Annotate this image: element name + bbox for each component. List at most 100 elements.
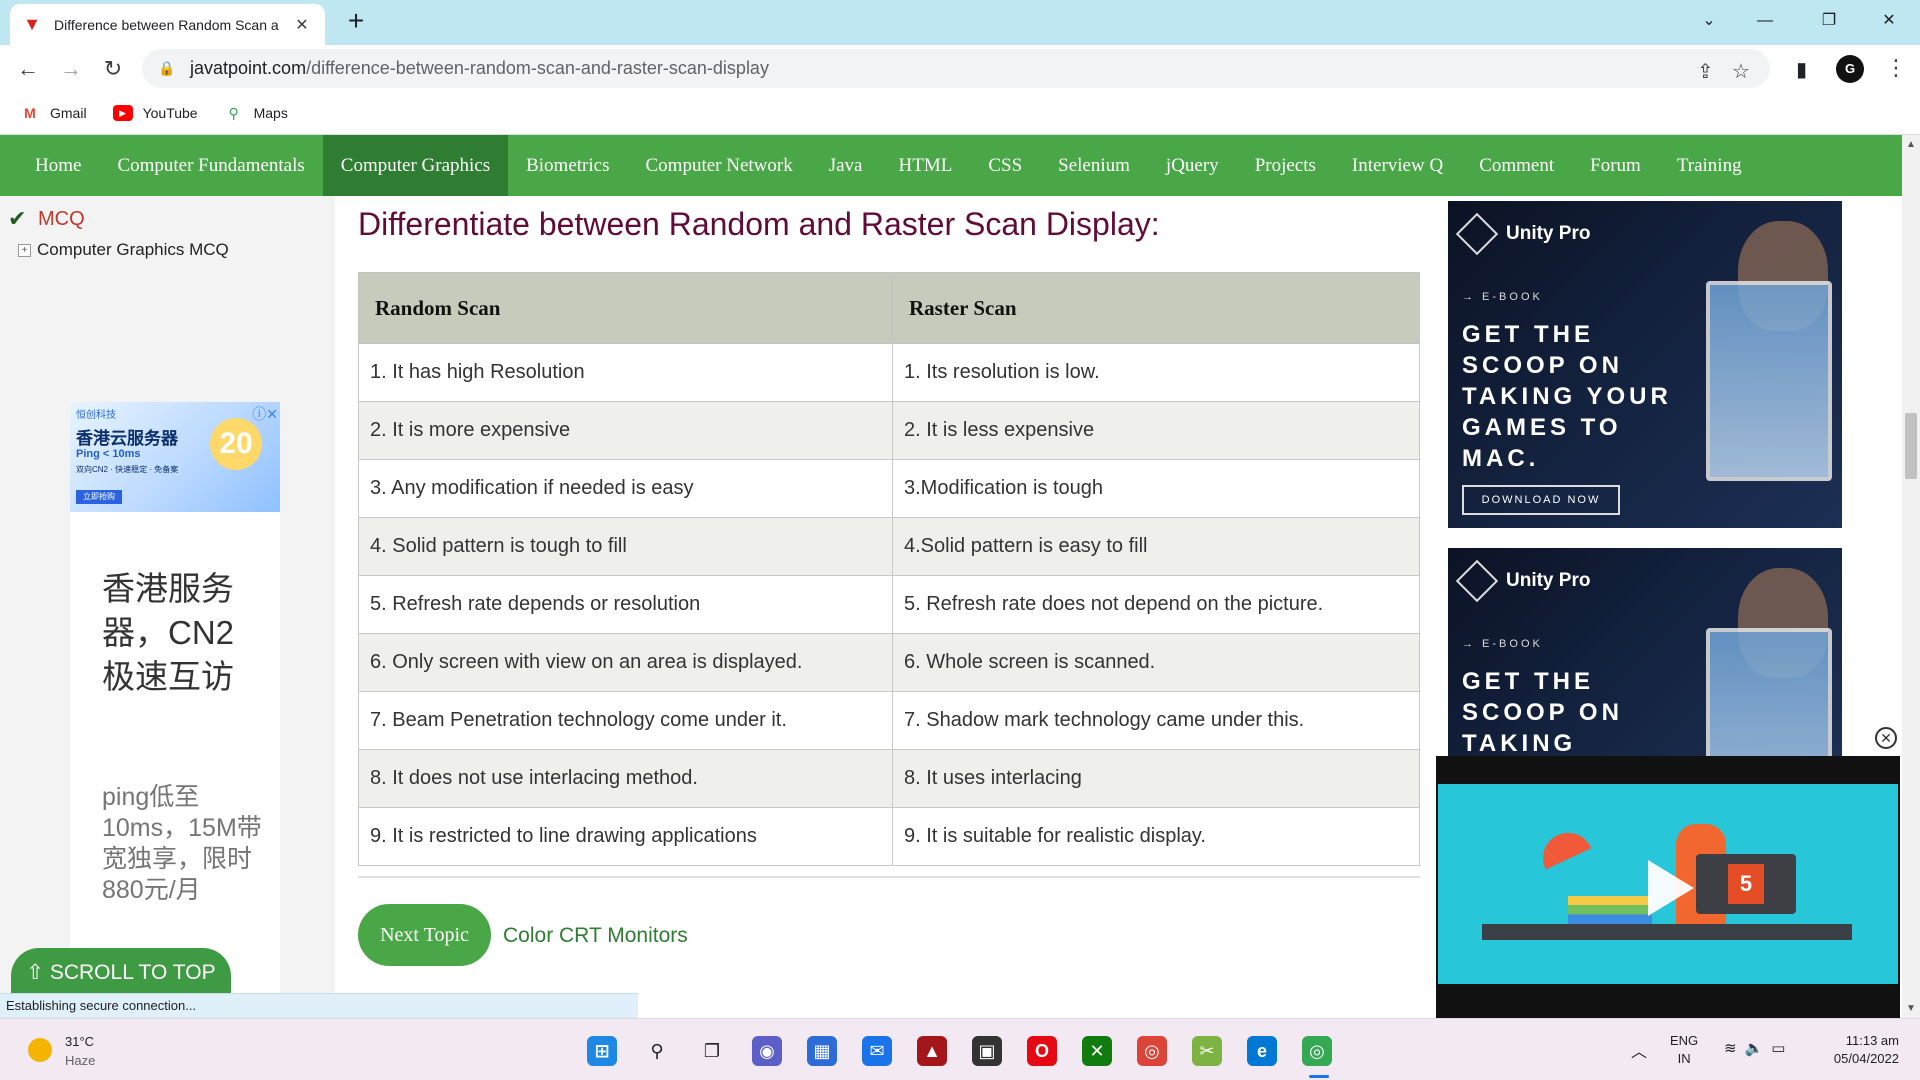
- back-button[interactable]: ←: [12, 53, 44, 85]
- ad-headline[interactable]: 香港服务器，CN2极速互访: [102, 567, 262, 699]
- nav-css[interactable]: CSS: [970, 135, 1040, 196]
- chrome-icon[interactable]: ◎: [1137, 1036, 1167, 1066]
- browser-tab[interactable]: ▼ Difference between Random Scan a ✕: [10, 4, 325, 45]
- forward-button[interactable]: →: [55, 53, 87, 85]
- html5-logo-icon: 5: [1728, 864, 1764, 904]
- bookmark-maps[interactable]: ⚲ Maps: [224, 105, 287, 121]
- new-tab-button[interactable]: +: [340, 6, 372, 38]
- chrome-active-icon[interactable]: ◎: [1302, 1036, 1332, 1066]
- tab-search-chevron-icon[interactable]: ⌄: [1686, 6, 1732, 36]
- bookmark-star-icon[interactable]: ☆: [1732, 59, 1750, 84]
- next-topic-button[interactable]: Next Topic: [358, 904, 491, 966]
- nav-projects[interactable]: Projects: [1237, 135, 1334, 196]
- sidebar-item-mcq[interactable]: ✔ MCQ: [8, 206, 85, 232]
- ad-banner[interactable]: 恒创科技 香港云服务器 Ping < 10ms 双向CN2 · 快速稳定 · 免…: [70, 402, 280, 512]
- bookmark-gmail[interactable]: M Gmail: [20, 105, 87, 121]
- nav-computer-graphics[interactable]: Computer Graphics: [322, 135, 509, 196]
- bookmark-youtube[interactable]: ▶ YouTube: [112, 105, 198, 121]
- browser-menu-icon[interactable]: ⋮: [1885, 55, 1907, 81]
- search-icon[interactable]: ⚲: [642, 1036, 672, 1066]
- weather-temperature[interactable]: 31°C: [65, 1034, 94, 1049]
- active-app-indicator: [1309, 1075, 1329, 1078]
- show-hidden-icons-chevron-icon[interactable]: ︿: [1631, 1038, 1647, 1062]
- xbox-icon[interactable]: ✕: [1082, 1036, 1112, 1066]
- clock[interactable]: 11:13 am 05/04/2022: [1815, 1032, 1899, 1068]
- microsoft-store-icon[interactable]: ▦: [807, 1036, 837, 1066]
- edge-icon[interactable]: e: [1247, 1036, 1277, 1066]
- expand-icon[interactable]: +: [18, 243, 31, 257]
- lock-icon[interactable]: 🔒: [158, 60, 176, 77]
- download-now-button[interactable]: DOWNLOAD NOW: [1462, 485, 1620, 515]
- checkmark-icon: ✔: [8, 206, 27, 231]
- play-icon[interactable]: [1648, 860, 1694, 916]
- battery-icon[interactable]: ▭: [1771, 1040, 1793, 1057]
- ms-app-icon[interactable]: ▣: [972, 1036, 1002, 1066]
- sidebar-item-label[interactable]: MCQ: [38, 208, 85, 231]
- nav-selenium[interactable]: Selenium: [1040, 135, 1148, 196]
- wifi-icon[interactable]: ≋: [1724, 1040, 1745, 1057]
- url-text[interactable]: javatpoint.com/difference-between-random…: [190, 58, 769, 79]
- reload-button[interactable]: ↻: [97, 53, 129, 85]
- restore-button[interactable]: ❐: [1806, 6, 1852, 36]
- nav-forum[interactable]: Forum: [1572, 135, 1659, 196]
- scroll-up-arrow-icon[interactable]: ▲: [1906, 139, 1916, 150]
- snip-tool-icon[interactable]: ✂: [1192, 1036, 1222, 1066]
- bookmarks-bar: M Gmail ▶ YouTube ⚲ Maps: [0, 92, 1920, 135]
- teams-chat-icon[interactable]: ◉: [752, 1036, 782, 1066]
- page-scrollbar[interactable]: ▲ ▼: [1902, 135, 1920, 1018]
- side-panel-icon[interactable]: ▮: [1796, 57, 1807, 82]
- ad-close-icon[interactable]: ⓘ✕: [252, 404, 278, 424]
- profile-avatar[interactable]: G: [1836, 55, 1864, 83]
- nav-java[interactable]: Java: [811, 135, 881, 196]
- table-row: 4. Solid pattern is tough to fill 4.Soli…: [358, 517, 1420, 576]
- browser-tabstrip: ▼ Difference between Random Scan a ✕ + ⌄…: [0, 0, 1920, 45]
- nav-jquery[interactable]: jQuery: [1148, 135, 1237, 196]
- ad-description[interactable]: ping低至10ms，15M带宽独享，限时880元/月: [102, 782, 262, 906]
- weather-sun-icon[interactable]: [28, 1038, 52, 1062]
- game-app-icon[interactable]: ▲: [917, 1036, 947, 1066]
- nav-comment[interactable]: Comment: [1461, 135, 1572, 196]
- bookmark-label: Gmail: [50, 105, 87, 121]
- task-view-icon[interactable]: ❐: [697, 1036, 727, 1066]
- clock-time: 11:13 am: [1845, 1033, 1899, 1048]
- volume-icon[interactable]: 🔈: [1745, 1040, 1772, 1057]
- table-cell: 2. It is less expensive: [892, 401, 1420, 460]
- next-topic-link[interactable]: Color CRT Monitors: [503, 924, 688, 948]
- nav-html[interactable]: HTML: [881, 135, 971, 196]
- sidebar-item-computer-graphics-mcq[interactable]: + Computer Graphics MCQ: [18, 240, 229, 260]
- weather-description[interactable]: Haze: [65, 1053, 95, 1068]
- opera-icon[interactable]: O: [1027, 1036, 1057, 1066]
- minimize-button[interactable]: —: [1742, 6, 1788, 36]
- scrollbar-thumb[interactable]: [1905, 413, 1917, 479]
- scroll-down-arrow-icon[interactable]: ▼: [1906, 1003, 1916, 1014]
- nav-interview-q[interactable]: Interview Q: [1334, 135, 1461, 196]
- sidebar-item-label[interactable]: Computer Graphics MCQ: [37, 240, 229, 260]
- table-row: 1. It has high Resolution 1. Its resolut…: [358, 343, 1420, 402]
- ad-headline: GET THE SCOOP ON TAKING: [1462, 668, 1623, 757]
- language-indicator[interactable]: ENG IN: [1670, 1032, 1698, 1068]
- table-row: 2. It is more expensive 2. It is less ex…: [358, 401, 1420, 460]
- nav-biometrics[interactable]: Biometrics: [508, 135, 627, 196]
- video-player[interactable]: 5: [1436, 756, 1900, 1018]
- ad-cta-button[interactable]: 立即抢购: [76, 490, 122, 504]
- system-tray-icons[interactable]: ≋🔈▭: [1724, 1039, 1793, 1057]
- nav-home[interactable]: Home: [17, 135, 99, 196]
- left-advertisement[interactable]: 恒创科技 香港云服务器 Ping < 10ms 双向CN2 · 快速稳定 · 免…: [70, 402, 280, 1018]
- video-frame[interactable]: 5: [1438, 784, 1898, 984]
- page-title: Differentiate between Random and Raster …: [358, 206, 1160, 242]
- ad-ebook-label: → E-BOOK: [1462, 638, 1543, 650]
- unity-ad-1[interactable]: Unity Pro → E-BOOK GET THE SCOOP ON TAKI…: [1448, 201, 1842, 528]
- nav-computer-fundamentals[interactable]: Computer Fundamentals: [99, 135, 322, 196]
- mail-icon[interactable]: ✉: [862, 1036, 892, 1066]
- monitor-illustration-icon: [1706, 628, 1832, 760]
- tab-close-icon[interactable]: ✕: [291, 15, 313, 35]
- nav-computer-network[interactable]: Computer Network: [628, 135, 811, 196]
- unity-ad-2[interactable]: Unity Pro → E-BOOK GET THE SCOOP ON TAKI…: [1448, 548, 1842, 760]
- close-video-icon[interactable]: ✕: [1875, 727, 1897, 749]
- share-icon[interactable]: ⇪: [1697, 59, 1714, 84]
- start-menu-icon[interactable]: ⊞: [587, 1036, 617, 1066]
- ad-ping: Ping < 10ms: [76, 448, 141, 460]
- address-bar[interactable]: 🔒 javatpoint.com/difference-between-rand…: [142, 49, 1770, 88]
- nav-training[interactable]: Training: [1659, 135, 1760, 196]
- close-window-button[interactable]: ✕: [1866, 6, 1912, 36]
